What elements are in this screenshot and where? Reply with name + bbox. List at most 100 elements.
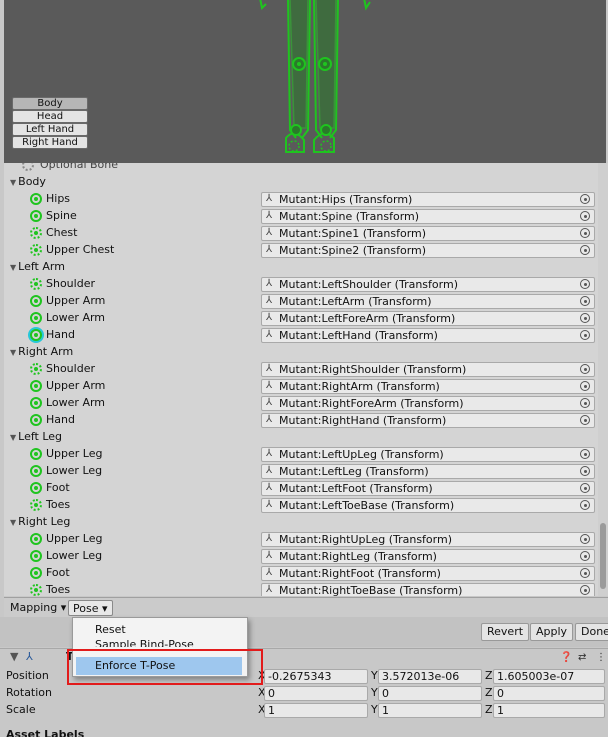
foldout-arrow-icon[interactable]: ▼ [10,263,16,272]
required-bone-icon[interactable] [30,482,42,494]
transform-object-field[interactable]: ⅄ Mutant:RightForeArm (Transform) [261,396,595,411]
bone-row[interactable]: Shoulder ⅄ Mutant:LeftShoulder (Transform) [4,276,598,293]
required-bone-icon[interactable] [30,210,42,222]
optional-bone-icon[interactable] [30,584,42,596]
object-picker-icon[interactable] [580,568,590,578]
object-picker-icon[interactable] [580,296,590,306]
object-picker-icon[interactable] [580,415,590,425]
bone-row[interactable]: Upper Chest ⅄ Mutant:Spine2 (Transform) [4,242,598,259]
required-bone-icon[interactable] [30,295,42,307]
group-header[interactable]: ▼ Right Arm [10,345,73,358]
mapping-dropdown[interactable]: Mapping ▾ [6,600,70,616]
scrollbar-thumb[interactable] [600,523,606,589]
optional-bone-icon[interactable] [30,244,42,256]
bone-group-left-arm[interactable]: ▼ Left Arm [4,259,598,276]
required-bone-icon[interactable] [30,567,42,579]
required-bone-icon[interactable] [30,193,42,205]
foldout-arrow-icon[interactable]: ▼ [10,348,16,357]
part-button-right-hand[interactable]: Right Hand [12,136,88,149]
axis-label-y[interactable]: Y [371,686,378,699]
required-bone-icon[interactable] [30,312,42,324]
part-button-body[interactable]: Body [12,97,88,110]
optional-bone-icon[interactable] [30,499,42,511]
transform-object-field[interactable]: ⅄ Mutant:RightUpLeg (Transform) [261,532,595,547]
object-picker-icon[interactable] [580,245,590,255]
help-icon[interactable]: ❓ [560,652,572,663]
bone-row[interactable]: Upper Leg ⅄ Mutant:RightUpLeg (Transform) [4,531,598,548]
transform-object-field[interactable]: ⅄ Mutant:LeftUpLeg (Transform) [261,447,595,462]
required-bone-icon[interactable] [30,414,42,426]
required-bone-icon[interactable] [30,448,42,460]
required-bone-icon[interactable] [30,550,42,562]
transform-object-field[interactable]: ⅄ Mutant:LeftFoot (Transform) [261,481,595,496]
bone-list-scrollbar[interactable] [598,163,608,596]
more-options-icon[interactable]: ⋮ [596,652,606,663]
transform-scale-z-field[interactable]: 1 [493,703,605,718]
object-picker-icon[interactable] [580,211,590,221]
menu-item-reset[interactable]: Reset [73,621,247,639]
bone-row[interactable]: Upper Arm ⅄ Mutant:RightArm (Transform) [4,378,598,395]
required-bone-icon[interactable] [30,465,42,477]
foldout-arrow-icon[interactable]: ▼ [10,518,16,527]
bone-row[interactable]: Lower Leg ⅄ Mutant:RightLeg (Transform) [4,548,598,565]
transform-object-field[interactable]: ⅄ Mutant:Spine1 (Transform) [261,226,595,241]
transform-object-field[interactable]: ⅄ Mutant:LeftForeArm (Transform) [261,311,595,326]
transform-scale-x-field[interactable]: 1 [264,703,368,718]
bone-row[interactable]: Lower Arm ⅄ Mutant:LeftForeArm (Transform) [4,310,598,327]
bone-row[interactable]: Toes ⅄ Mutant:RightToeBase (Transform) [4,582,598,596]
group-header[interactable]: ▼ Left Leg [10,430,62,443]
bone-row[interactable]: Lower Leg ⅄ Mutant:LeftLeg (Transform) [4,463,598,480]
part-button-head[interactable]: Head [12,110,88,123]
object-picker-icon[interactable] [580,364,590,374]
object-picker-icon[interactable] [580,534,590,544]
object-picker-icon[interactable] [580,449,590,459]
transform-object-field[interactable]: ⅄ Mutant:RightToeBase (Transform) [261,583,595,596]
axis-label-z[interactable]: Z [485,669,493,682]
transform-object-field[interactable]: ⅄ Mutant:RightArm (Transform) [261,379,595,394]
required-bone-icon[interactable] [30,380,42,392]
foldout-arrow-icon[interactable]: ▼ [10,433,16,442]
group-header[interactable]: ▼ Body [10,175,46,188]
transform-position-z-field[interactable]: 1.605003e-07 [493,669,605,684]
required-bone-icon[interactable] [30,397,42,409]
object-picker-icon[interactable] [580,466,590,476]
bone-row[interactable]: Toes ⅄ Mutant:LeftToeBase (Transform) [4,497,598,514]
transform-position-y-field[interactable]: 3.572013e-06 [378,669,482,684]
bone-row[interactable]: Foot ⅄ Mutant:LeftFoot (Transform) [4,480,598,497]
transform-object-field[interactable]: ⅄ Mutant:Spine (Transform) [261,209,595,224]
object-picker-icon[interactable] [580,228,590,238]
bone-group-right-arm[interactable]: ▼ Right Arm [4,344,598,361]
transform-scale-y-field[interactable]: 1 [378,703,482,718]
object-picker-icon[interactable] [580,313,590,323]
revert-button[interactable]: Revert [481,623,530,641]
required-bone-icon[interactable] [30,329,42,341]
bone-row[interactable]: Chest ⅄ Mutant:Spine1 (Transform) [4,225,598,242]
optional-bone-icon[interactable] [30,363,42,375]
transform-object-field[interactable]: ⅄ Mutant:LeftLeg (Transform) [261,464,595,479]
bone-row[interactable]: Lower Arm ⅄ Mutant:RightForeArm (Transform… [4,395,598,412]
bone-row[interactable]: Shoulder ⅄ Mutant:RightShoulder (Transform… [4,361,598,378]
axis-label-y[interactable]: Y [371,669,378,682]
object-picker-icon[interactable] [580,585,590,595]
axis-label-y[interactable]: Y [371,703,378,716]
axis-label-z[interactable]: Z [485,686,493,699]
transform-object-field[interactable]: ⅄ Mutant:RightLeg (Transform) [261,549,595,564]
bone-row[interactable]: Upper Leg ⅄ Mutant:LeftUpLeg (Transform) [4,446,598,463]
transform-object-field[interactable]: ⅄ Mutant:Spine2 (Transform) [261,243,595,258]
transform-object-field[interactable]: ⅄ Mutant:LeftArm (Transform) [261,294,595,309]
transform-object-field[interactable]: ⅄ Mutant:RightFoot (Transform) [261,566,595,581]
bone-row[interactable]: Hand ⅄ Mutant:RightHand (Transform) [4,412,598,429]
bone-row[interactable]: Hand ⅄ Mutant:LeftHand (Transform) [4,327,598,344]
object-picker-icon[interactable] [580,398,590,408]
done-button[interactable]: Done [575,623,608,641]
axis-label-z[interactable]: Z [485,703,493,716]
optional-bone-icon[interactable] [30,278,42,290]
transform-object-field[interactable]: ⅄ Mutant:LeftToeBase (Transform) [261,498,595,513]
bone-row[interactable]: Hips ⅄ Mutant:Hips (Transform) [4,191,598,208]
object-picker-icon[interactable] [580,551,590,561]
foldout-arrow-icon[interactable]: ▼ [10,178,16,187]
collapse-arrow-icon[interactable]: ▼ [10,650,18,663]
pose-dropdown[interactable]: Pose ▾ [68,600,113,616]
transform-object-field[interactable]: ⅄ Mutant:LeftHand (Transform) [261,328,595,343]
object-picker-icon[interactable] [580,194,590,204]
